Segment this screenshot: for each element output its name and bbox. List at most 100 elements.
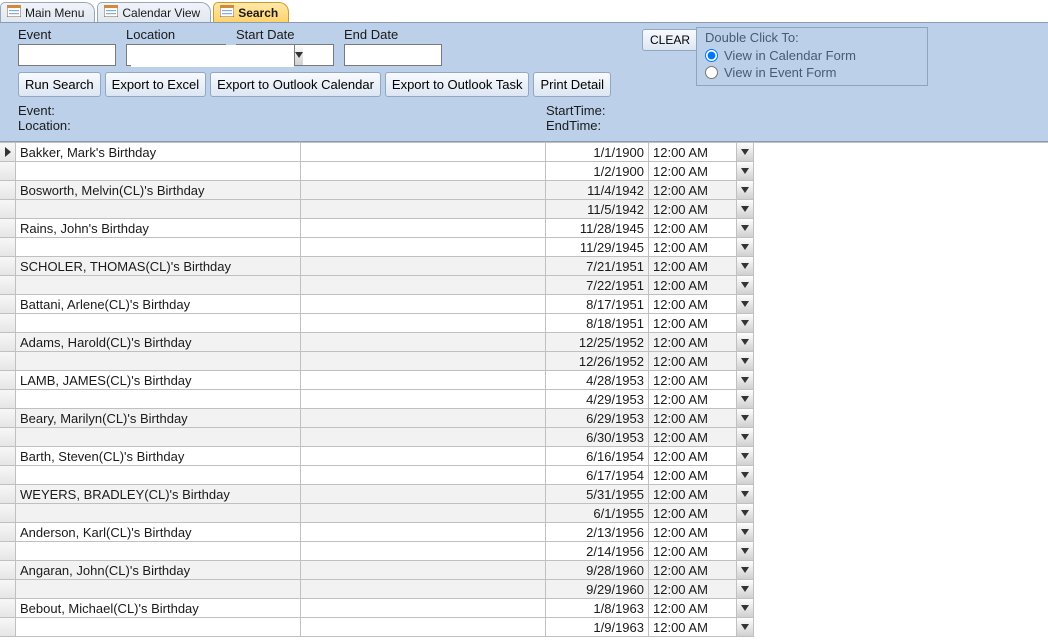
row-selector[interactable] xyxy=(0,542,16,561)
row-dropdown-btn[interactable] xyxy=(737,390,754,409)
row-dropdown-btn[interactable] xyxy=(737,409,754,428)
row-selector[interactable] xyxy=(0,238,16,257)
row-dropdown-btn[interactable] xyxy=(737,295,754,314)
table-row[interactable]: 11/5/194212:00 AM xyxy=(0,200,1048,219)
clear-button[interactable]: CLEAR xyxy=(642,29,698,51)
cell-location[interactable] xyxy=(301,352,546,371)
row-dropdown-btn[interactable] xyxy=(737,371,754,390)
cell-event[interactable]: Rains, John's Birthday xyxy=(16,219,301,238)
row-selector[interactable] xyxy=(0,352,16,371)
cell-date[interactable]: 4/29/1953 xyxy=(546,390,649,409)
cell-location[interactable] xyxy=(301,371,546,390)
location-input[interactable] xyxy=(131,45,294,67)
cell-event[interactable]: Bakker, Mark's Birthday xyxy=(16,143,301,162)
cell-time[interactable]: 12:00 AM xyxy=(649,257,737,276)
cell-event[interactable] xyxy=(16,162,301,181)
cell-event[interactable]: Beary, Marilyn(CL)'s Birthday xyxy=(16,409,301,428)
cell-time[interactable]: 12:00 AM xyxy=(649,523,737,542)
row-dropdown-btn[interactable] xyxy=(737,561,754,580)
table-row[interactable]: 6/30/195312:00 AM xyxy=(0,428,1048,447)
table-row[interactable]: Adams, Harold(CL)'s Birthday12/25/195212… xyxy=(0,333,1048,352)
row-dropdown-btn[interactable] xyxy=(737,618,754,637)
table-row[interactable]: WEYERS, BRADLEY(CL)'s Birthday5/31/19551… xyxy=(0,485,1048,504)
cell-time[interactable]: 12:00 AM xyxy=(649,276,737,295)
row-dropdown-btn[interactable] xyxy=(737,485,754,504)
print-detail-button[interactable]: Print Detail xyxy=(533,72,611,97)
cell-event[interactable] xyxy=(16,390,301,409)
cell-time[interactable]: 12:00 AM xyxy=(649,219,737,238)
cell-time[interactable]: 12:00 AM xyxy=(649,162,737,181)
radio-view-calendar-input[interactable] xyxy=(705,49,718,62)
cell-time[interactable]: 12:00 AM xyxy=(649,371,737,390)
row-dropdown-btn[interactable] xyxy=(737,162,754,181)
row-selector[interactable] xyxy=(0,200,16,219)
cell-location[interactable] xyxy=(301,447,546,466)
cell-time[interactable]: 12:00 AM xyxy=(649,238,737,257)
table-row[interactable]: 8/18/195112:00 AM xyxy=(0,314,1048,333)
row-dropdown-btn[interactable] xyxy=(737,257,754,276)
cell-event[interactable]: Battani, Arlene(CL)'s Birthday xyxy=(16,295,301,314)
table-row[interactable]: 11/29/194512:00 AM xyxy=(0,238,1048,257)
cell-location[interactable] xyxy=(301,561,546,580)
cell-date[interactable]: 8/17/1951 xyxy=(546,295,649,314)
row-selector[interactable] xyxy=(0,504,16,523)
cell-date[interactable]: 1/8/1963 xyxy=(546,599,649,618)
table-row[interactable]: Angaran, John(CL)'s Birthday9/28/196012:… xyxy=(0,561,1048,580)
cell-time[interactable]: 12:00 AM xyxy=(649,333,737,352)
row-selector[interactable] xyxy=(0,371,16,390)
cell-date[interactable]: 4/28/1953 xyxy=(546,371,649,390)
table-row[interactable]: Bebout, Michael(CL)'s Birthday1/8/196312… xyxy=(0,599,1048,618)
cell-time[interactable]: 12:00 AM xyxy=(649,542,737,561)
table-row[interactable]: 2/14/195612:00 AM xyxy=(0,542,1048,561)
table-row[interactable]: 1/2/190012:00 AM xyxy=(0,162,1048,181)
cell-time[interactable]: 12:00 AM xyxy=(649,181,737,200)
cell-location[interactable] xyxy=(301,333,546,352)
cell-time[interactable]: 12:00 AM xyxy=(649,409,737,428)
cell-time[interactable]: 12:00 AM xyxy=(649,618,737,637)
table-row[interactable]: Barth, Steven(CL)'s Birthday6/16/195412:… xyxy=(0,447,1048,466)
cell-date[interactable]: 1/2/1900 xyxy=(546,162,649,181)
cell-time[interactable]: 12:00 AM xyxy=(649,352,737,371)
row-dropdown-btn[interactable] xyxy=(737,428,754,447)
cell-event[interactable]: Bosworth, Melvin(CL)'s Birthday xyxy=(16,181,301,200)
row-dropdown-btn[interactable] xyxy=(737,599,754,618)
row-dropdown-btn[interactable] xyxy=(737,276,754,295)
row-selector[interactable] xyxy=(0,447,16,466)
cell-time[interactable]: 12:00 AM xyxy=(649,485,737,504)
event-input[interactable] xyxy=(18,44,116,66)
cell-event[interactable] xyxy=(16,466,301,485)
cell-date[interactable]: 7/22/1951 xyxy=(546,276,649,295)
cell-location[interactable] xyxy=(301,485,546,504)
cell-location[interactable] xyxy=(301,219,546,238)
row-selector[interactable] xyxy=(0,409,16,428)
cell-location[interactable] xyxy=(301,314,546,333)
cell-event[interactable]: Bebout, Michael(CL)'s Birthday xyxy=(16,599,301,618)
table-row[interactable]: LAMB, JAMES(CL)'s Birthday4/28/195312:00… xyxy=(0,371,1048,390)
row-dropdown-btn[interactable] xyxy=(737,352,754,371)
cell-date[interactable]: 11/28/1945 xyxy=(546,219,649,238)
row-selector[interactable] xyxy=(0,162,16,181)
row-dropdown-btn[interactable] xyxy=(737,580,754,599)
row-dropdown-btn[interactable] xyxy=(737,466,754,485)
cell-date[interactable]: 5/31/1955 xyxy=(546,485,649,504)
row-dropdown-btn[interactable] xyxy=(737,181,754,200)
cell-event[interactable] xyxy=(16,428,301,447)
cell-time[interactable]: 12:00 AM xyxy=(649,561,737,580)
cell-time[interactable]: 12:00 AM xyxy=(649,295,737,314)
cell-time[interactable]: 12:00 AM xyxy=(649,200,737,219)
cell-location[interactable] xyxy=(301,466,546,485)
table-row[interactable]: Bakker, Mark's Birthday1/1/190012:00 AM xyxy=(0,143,1048,162)
row-selector[interactable] xyxy=(0,580,16,599)
tab-search[interactable]: Search xyxy=(213,2,289,22)
cell-location[interactable] xyxy=(301,523,546,542)
cell-time[interactable]: 12:00 AM xyxy=(649,390,737,409)
cell-time[interactable]: 12:00 AM xyxy=(649,504,737,523)
row-selector[interactable] xyxy=(0,143,16,162)
table-row[interactable]: Bosworth, Melvin(CL)'s Birthday11/4/1942… xyxy=(0,181,1048,200)
cell-location[interactable] xyxy=(301,504,546,523)
cell-location[interactable] xyxy=(301,599,546,618)
row-dropdown-btn[interactable] xyxy=(737,238,754,257)
table-row[interactable]: 7/22/195112:00 AM xyxy=(0,276,1048,295)
table-row[interactable]: 4/29/195312:00 AM xyxy=(0,390,1048,409)
cell-event[interactable]: Angaran, John(CL)'s Birthday xyxy=(16,561,301,580)
